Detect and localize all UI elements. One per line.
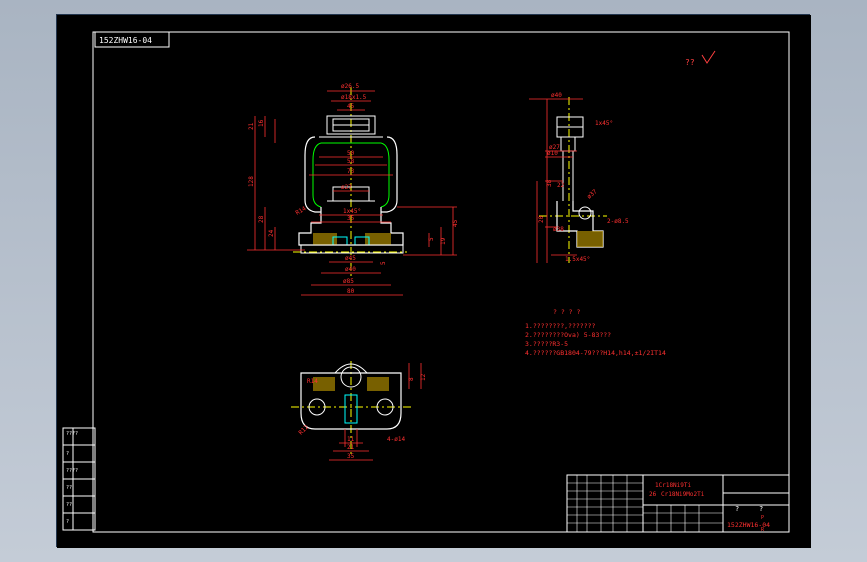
- svg-text:45: 45: [347, 103, 355, 110]
- tech-req-title: ? ? ? ?: [553, 308, 580, 316]
- svg-text:5: 5: [428, 237, 435, 241]
- svg-text:58: 58: [347, 158, 355, 165]
- svg-text:1x45°: 1x45°: [343, 208, 361, 215]
- drawing-canvas: 152ZHW16-04 ?? ø26.5 ø18x1.5 45 50 58 73…: [57, 15, 811, 548]
- svg-text:?: ?: [759, 505, 763, 513]
- dim-d-top1: ø26.5: [341, 83, 359, 90]
- svg-text:1x45°: 1x45°: [595, 120, 613, 127]
- top-code-text: 152ZHW16-04: [99, 36, 152, 45]
- svg-text:35: 35: [347, 215, 355, 222]
- svg-text:50: 50: [347, 150, 355, 157]
- svg-text:????: ????: [66, 468, 78, 474]
- svg-text:1.????????,???????: 1.????????,???????: [525, 322, 596, 330]
- svg-text:21: 21: [347, 444, 355, 451]
- svg-text:2-ø8.5: 2-ø8.5: [607, 218, 629, 225]
- svg-text:?: ?: [66, 451, 69, 457]
- svg-text:38: 38: [546, 179, 553, 187]
- svg-text:26: 26: [649, 491, 657, 498]
- svg-text:11: 11: [347, 436, 355, 443]
- svg-text:ø27: ø27: [341, 184, 352, 191]
- svg-text:24: 24: [268, 229, 275, 237]
- svg-text:ø10: ø10: [547, 150, 558, 157]
- svg-text:3.?????R3-5: 3.?????R3-5: [525, 340, 568, 348]
- cad-viewport[interactable]: 152ZHW16-04 ?? ø26.5 ø18x1.5 45 50 58 73…: [56, 14, 811, 548]
- svg-text:ø85: ø85: [343, 278, 354, 285]
- svg-text:2.????????Ova) 5-83???: 2.????????Ova) 5-83???: [525, 331, 611, 339]
- sheet-background: [57, 15, 811, 548]
- svg-text:ø45: ø45: [345, 255, 356, 262]
- svg-text:12: 12: [420, 373, 427, 381]
- svg-text:????: ????: [66, 431, 78, 437]
- svg-text:4.??????GB1804-79???H14,h14,±1: 4.??????GB1804-79???H14,h14,±1/2IT14: [525, 349, 666, 357]
- svg-text:1Cr18Ni9Ti: 1Cr18Ni9Ti: [655, 482, 692, 489]
- svg-text:35: 35: [347, 453, 355, 460]
- svg-text:ø40: ø40: [551, 92, 562, 99]
- svg-text:Cr18Ni9Mo2Ti: Cr18Ni9Mo2Ti: [661, 491, 705, 498]
- svg-text:8: 8: [408, 377, 415, 381]
- svg-text:28: 28: [258, 215, 265, 223]
- svg-text:ø38: ø38: [553, 226, 564, 233]
- svg-text:4-ø14: 4-ø14: [387, 436, 405, 443]
- svg-text:20: 20: [538, 215, 545, 223]
- roughness-text: ??: [685, 58, 695, 67]
- svg-text:73: 73: [347, 168, 355, 175]
- svg-text:5: 5: [380, 261, 387, 265]
- svg-text:21: 21: [248, 122, 255, 130]
- svg-text:??: ??: [66, 485, 72, 491]
- svg-text:?: ?: [66, 519, 69, 525]
- svg-text:19: 19: [440, 237, 447, 245]
- svg-text:P: P: [761, 515, 764, 521]
- svg-text:22: 22: [557, 182, 565, 189]
- svg-text:?: ?: [735, 505, 739, 513]
- svg-text:45: 45: [452, 219, 459, 227]
- svg-text:16: 16: [258, 119, 265, 127]
- svg-text:ø40: ø40: [345, 266, 356, 273]
- svg-text:??: ??: [66, 502, 72, 508]
- svg-text:128: 128: [248, 176, 255, 187]
- svg-text:1.5x45°: 1.5x45°: [565, 256, 590, 263]
- svg-text:R14: R14: [307, 378, 318, 385]
- svg-text:80: 80: [347, 288, 355, 295]
- svg-text:ø18x1.5: ø18x1.5: [341, 94, 367, 101]
